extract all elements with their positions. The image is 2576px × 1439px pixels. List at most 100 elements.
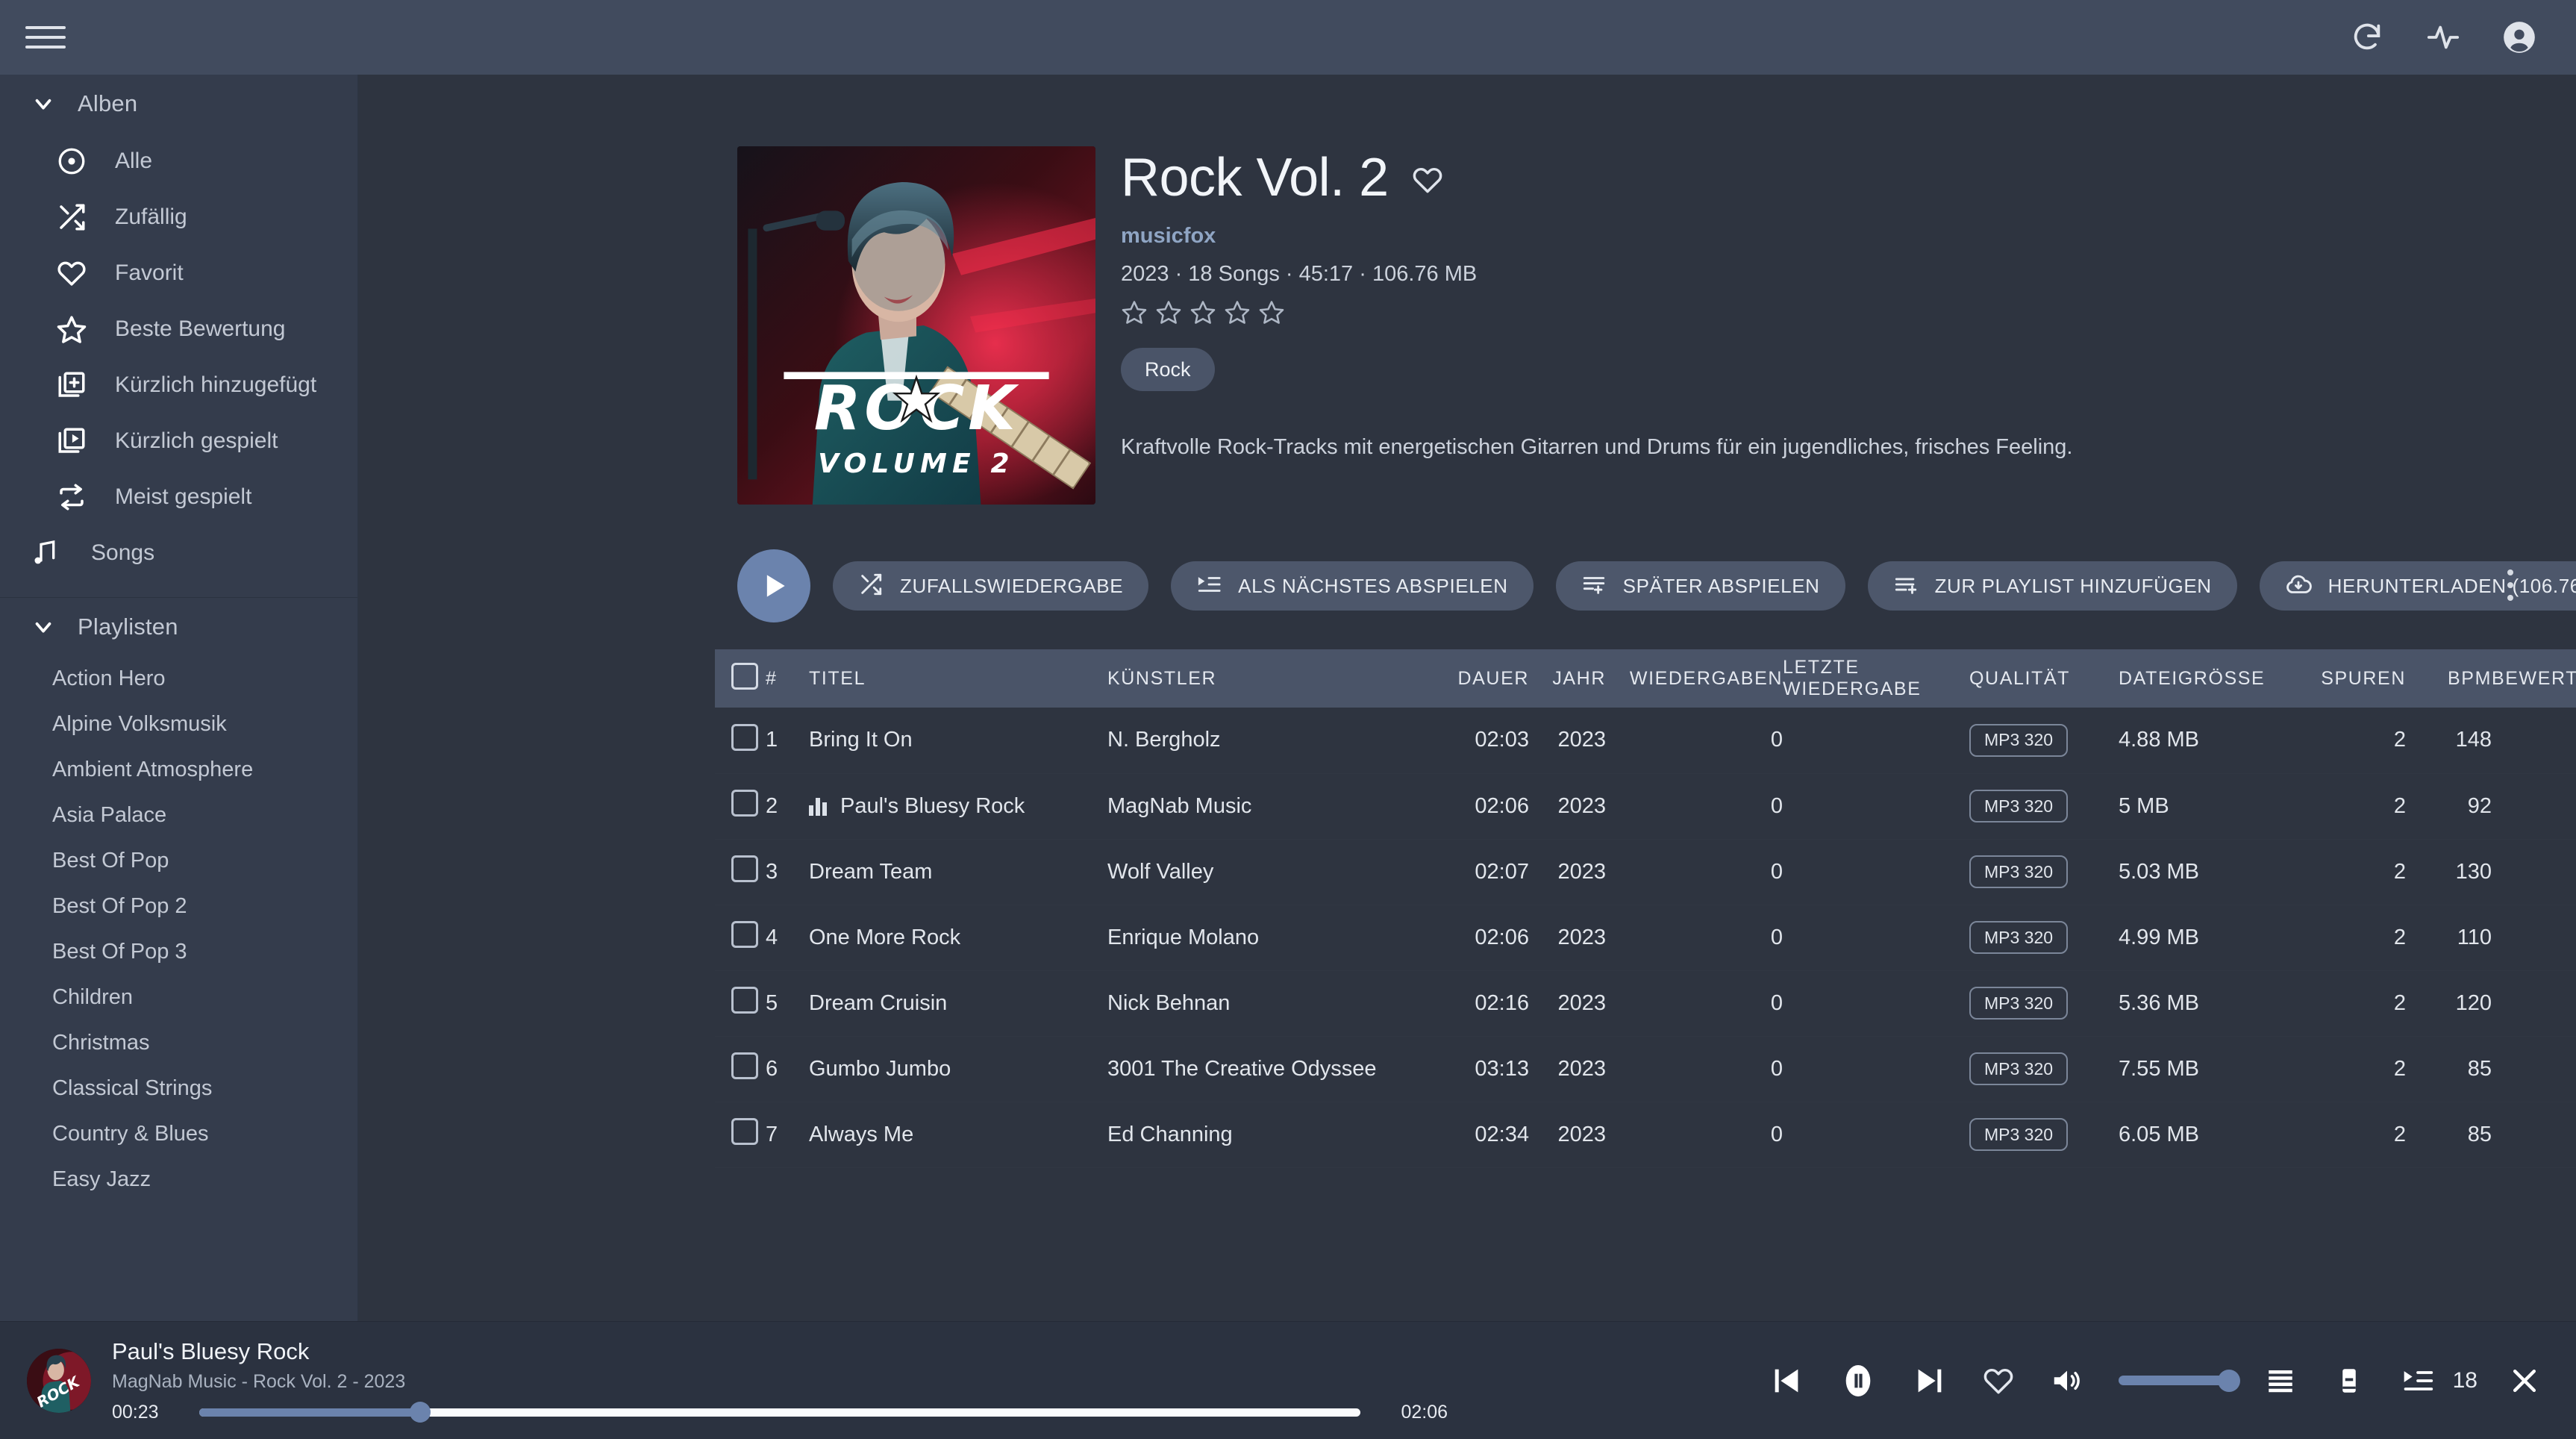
now-playing-cover[interactable]: ROCK	[27, 1348, 91, 1413]
row-select-cell[interactable]	[715, 839, 766, 905]
column-header-bpm[interactable]: BPM	[2406, 649, 2492, 708]
volume-slider[interactable]	[2118, 1369, 2240, 1392]
table-row[interactable]: 4 One More Rock Enrique Molano 02:06 2023 0 MP…	[715, 905, 2576, 970]
sidebar-group-playlisten[interactable]: Playlisten	[0, 598, 357, 656]
row-last-played	[1783, 1102, 1969, 1167]
column-header-artist[interactable]: KÜNSTLER	[1107, 649, 1428, 708]
sidebar-item-alle[interactable]: Alle	[0, 133, 357, 189]
sidebar-item-beste-bewertung[interactable]: Beste Bewertung	[0, 301, 357, 357]
play-next-button[interactable]: ALS NÄCHSTES ABSPIELEN	[1171, 561, 1534, 611]
seek-knob[interactable]	[409, 1402, 431, 1423]
rating-star-5[interactable]	[1258, 299, 1285, 325]
hamburger-menu-icon[interactable]	[25, 17, 66, 57]
column-header-filesize[interactable]: DATEIGRÖSSE	[2119, 649, 2294, 708]
table-row[interactable]: 7 Always Me Ed Channing 02:34 2023 0 MP3 320 6.…	[715, 1102, 2576, 1167]
add-to-playlist-button[interactable]: ZUR PLAYLIST HINZUFÜGEN	[1867, 561, 2237, 611]
column-header-duration[interactable]: DAUER	[1428, 649, 1529, 708]
album-artist-link[interactable]: musicfox	[1121, 224, 2576, 249]
column-header-number[interactable]: #	[766, 649, 809, 708]
column-header-tracks[interactable]: SPUREN	[2294, 649, 2406, 708]
row-select-cell[interactable]	[715, 708, 766, 773]
favorite-button[interactable]	[1977, 1359, 2020, 1402]
volume-button[interactable]	[2045, 1359, 2089, 1402]
list-item[interactable]: Country & Blues	[0, 1111, 357, 1157]
account-circle-icon[interactable]	[2500, 18, 2539, 57]
close-player-button[interactable]	[2503, 1359, 2546, 1402]
column-header-year[interactable]: JAHR	[1529, 649, 1622, 708]
sidebar-group-alben[interactable]: Alben	[0, 75, 357, 133]
table-row[interactable]: 6 Gumbo Jumbo 3001 The Creative Odyssee 03:…	[715, 1036, 2576, 1102]
rating-star-1[interactable]	[1121, 299, 1148, 325]
list-item[interactable]: Alpine Volksmusik	[0, 702, 357, 747]
playlist-button[interactable]	[2396, 1359, 2439, 1402]
queue-button[interactable]	[2259, 1359, 2302, 1402]
list-item[interactable]: Classical Strings	[0, 1066, 357, 1111]
row-checkbox[interactable]	[731, 723, 758, 751]
table-row[interactable]: 1 Bring It On N. Bergholz 02:03 2023 0 MP3 320…	[715, 708, 2576, 773]
seek-slider[interactable]	[199, 1402, 1360, 1423]
shuffle-play-button[interactable]: ZUFALLSWIEDERGABE	[833, 561, 1149, 611]
row-rating[interactable]	[2492, 970, 2576, 1036]
row-checkbox[interactable]	[731, 855, 758, 882]
sidebar-item-kuerzlich-hinzugefuegt[interactable]: Kürzlich hinzugefügt	[0, 357, 357, 413]
row-checkbox[interactable]	[731, 1052, 758, 1079]
rating-star-4[interactable]	[1224, 299, 1251, 325]
next-track-button[interactable]	[1908, 1359, 1951, 1402]
list-item[interactable]: Children	[0, 975, 357, 1020]
row-rating[interactable]	[2492, 773, 2576, 839]
row-rating[interactable]	[2492, 905, 2576, 970]
play-later-button[interactable]: SPÄTER ABSPIELEN	[1555, 561, 1845, 611]
column-header-quality[interactable]: QUALITÄT	[1969, 649, 2119, 708]
row-checkbox[interactable]	[731, 921, 758, 948]
list-item[interactable]: Easy Jazz	[0, 1157, 357, 1202]
table-row[interactable]: 3 Dream Team Wolf Valley 02:07 2023 0 MP3 320 5…	[715, 839, 2576, 905]
table-row[interactable]: 2 Paul's Bluesy Rock MagNab Music 02:06 2023…	[715, 773, 2576, 839]
lyrics-panel-icon[interactable]	[2328, 1359, 2371, 1402]
previous-track-button[interactable]	[1765, 1359, 1808, 1402]
list-item[interactable]: Best Of Pop 3	[0, 929, 357, 975]
sidebar-item-favorit[interactable]: Favorit	[0, 245, 357, 301]
row-select-cell[interactable]	[715, 905, 766, 970]
list-item[interactable]: Asia Palace	[0, 793, 357, 838]
column-header-rating[interactable]: BEWERTUNG	[2492, 649, 2576, 708]
row-rating[interactable]	[2492, 1102, 2576, 1167]
album-rating[interactable]	[1121, 299, 2576, 325]
list-item[interactable]: Christmas	[0, 1020, 357, 1066]
row-rating[interactable]	[2492, 839, 2576, 905]
sidebar-item-kuerzlich-gespielt[interactable]: Kürzlich gespielt	[0, 413, 357, 469]
sidebar-item-songs[interactable]: Songs	[0, 525, 357, 581]
row-rating[interactable]	[2492, 708, 2576, 773]
list-item[interactable]: Action Hero	[0, 656, 357, 702]
play-album-button[interactable]	[737, 549, 810, 622]
row-select-cell[interactable]	[715, 970, 766, 1036]
row-select-cell[interactable]	[715, 773, 766, 839]
row-checkbox[interactable]	[731, 790, 758, 817]
row-checkbox[interactable]	[731, 987, 758, 1014]
album-favorite-icon[interactable]	[1408, 160, 1447, 199]
sidebar-item-meist-gespielt[interactable]: Meist gespielt	[0, 469, 357, 525]
refresh-icon[interactable]	[2348, 18, 2386, 57]
list-item[interactable]: Ambient Atmosphere	[0, 747, 357, 793]
genre-chip[interactable]: Rock	[1121, 348, 1215, 391]
sidebar-item-zufaellig[interactable]: Zufällig	[0, 189, 357, 245]
column-header-plays[interactable]: WIEDERGABEN	[1622, 649, 1783, 708]
row-checkbox[interactable]	[731, 1118, 758, 1145]
row-select-cell[interactable]	[715, 1102, 766, 1167]
list-item[interactable]: Best Of Pop	[0, 838, 357, 884]
row-rating[interactable]	[2492, 1036, 2576, 1102]
rating-star-2[interactable]	[1155, 299, 1182, 325]
column-header-last-played[interactable]: LETZTE WIEDERGABE	[1783, 649, 1969, 708]
select-all-checkbox[interactable]	[731, 662, 758, 690]
column-header-title[interactable]: TITEL	[809, 649, 1107, 708]
activity-pulse-icon[interactable]	[2424, 18, 2463, 57]
list-item[interactable]: Best Of Pop 2	[0, 884, 357, 929]
volume-knob[interactable]	[2217, 1369, 2240, 1392]
quality-badge: MP3 320	[1969, 1118, 2069, 1151]
table-row[interactable]: 5 Dream Cruisin Nick Behnan 02:16 2023 0 MP3 3…	[715, 970, 2576, 1036]
play-pause-button[interactable]	[1833, 1356, 1883, 1405]
rating-star-3[interactable]	[1189, 299, 1216, 325]
album-cover-art[interactable]: ROCK VOLUME 2	[737, 146, 1095, 505]
row-select-cell[interactable]	[715, 1036, 766, 1102]
kebab-menu-icon[interactable]	[2489, 558, 2531, 612]
select-all-header[interactable]	[715, 649, 766, 708]
